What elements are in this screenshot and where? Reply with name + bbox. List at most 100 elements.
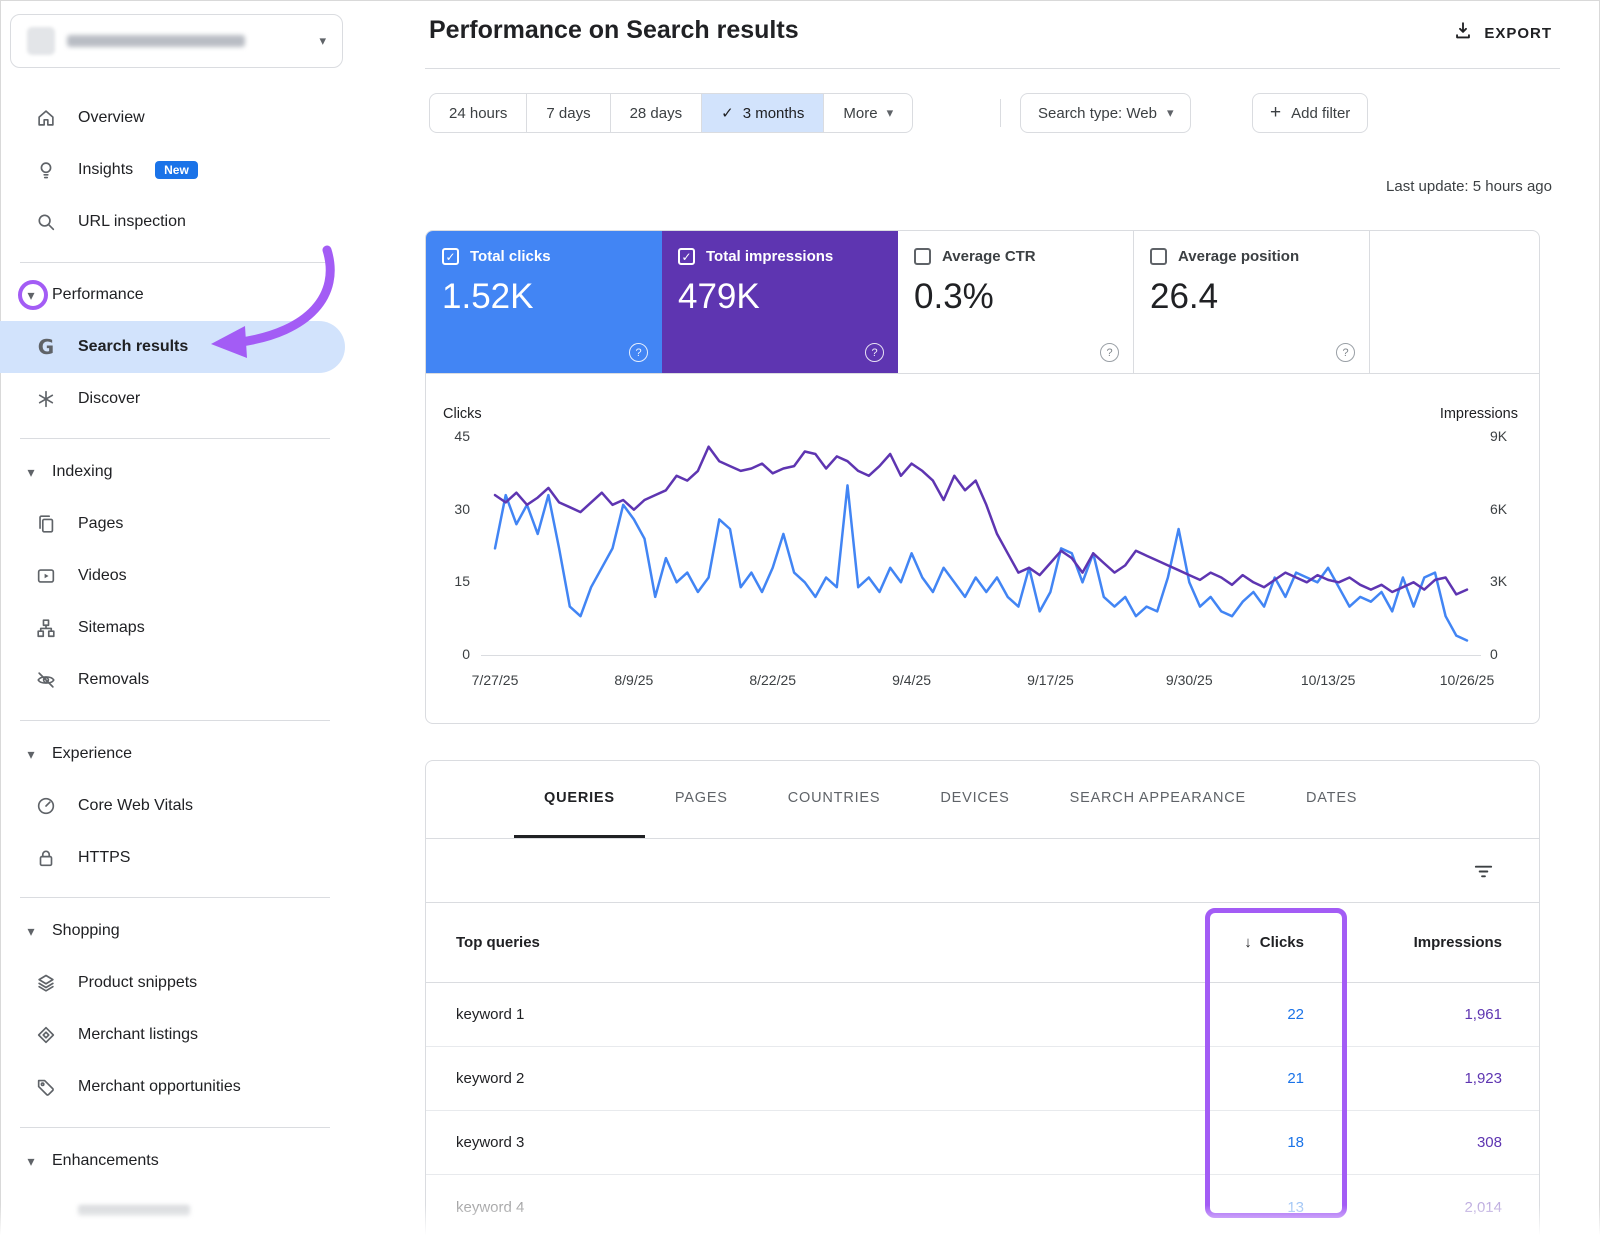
sidebar-item-label: Sitemaps <box>78 619 145 637</box>
search-type-filter[interactable]: Search type: Web ▾ <box>1020 93 1191 133</box>
column-header-clicks[interactable]: ↓ Clicks <box>1244 934 1304 951</box>
sidebar-item-merchant-opportunities[interactable]: Merchant opportunities <box>0 1061 345 1113</box>
y-axis-tick: 45 <box>428 428 470 444</box>
clicks-cell: 21 <box>1287 1070 1304 1087</box>
sidebar-item-https[interactable]: HTTPS <box>0 832 345 884</box>
range-3-months-selected[interactable]: ✓ 3 months <box>701 93 824 133</box>
impressions-cell: 1,923 <box>1464 1070 1502 1087</box>
sidebar-section-performance[interactable]: ▾ Performance <box>0 269 345 321</box>
sidebar-divider <box>20 1127 330 1128</box>
sidebar-item-videos[interactable]: Videos <box>0 550 345 602</box>
x-axis-tick-label: 9/4/25 <box>892 672 931 688</box>
tab-search-appearance[interactable]: SEARCH APPEARANCE <box>1040 761 1276 838</box>
lightbulb-icon <box>34 158 58 182</box>
chevron-down-icon: ▾ <box>22 287 40 304</box>
help-icon[interactable]: ? <box>1336 343 1355 362</box>
help-icon[interactable]: ? <box>1100 343 1119 362</box>
video-icon <box>34 564 58 588</box>
add-filter-button[interactable]: + Add filter <box>1252 93 1368 133</box>
sidebar-item-discover[interactable]: Discover <box>0 373 345 425</box>
column-header-impressions[interactable]: Impressions <box>1414 934 1502 951</box>
metric-label: Total clicks <box>470 248 551 265</box>
sidebar-item-label: Pages <box>78 515 123 533</box>
sidebar-item-label: HTTPS <box>78 849 130 867</box>
total-clicks-checkbox[interactable]: ✓ <box>442 248 459 265</box>
sidebar-divider <box>20 720 330 721</box>
average-position-checkbox[interactable] <box>1150 248 1167 265</box>
average-ctr-checkbox[interactable] <box>914 248 931 265</box>
table-row-partial[interactable]: keyword 4 13 2,014 <box>426 1175 1539 1239</box>
google-g-icon: G <box>34 335 58 359</box>
sidebar-section-label: Performance <box>52 286 144 304</box>
chevron-down-icon: ▾ <box>1167 105 1174 121</box>
right-axis-title: Impressions <box>1440 406 1518 422</box>
total-impressions-checkbox[interactable]: ✓ <box>678 248 695 265</box>
table-header-row: Top queries ↓ Clicks Impressions <box>426 903 1539 983</box>
sidebar-item-sitemaps[interactable]: Sitemaps <box>0 602 345 654</box>
sidebar-item-search-results[interactable]: G Search results <box>0 321 345 373</box>
y-axis-tick: 0 <box>428 646 470 662</box>
export-button[interactable]: EXPORT <box>1452 20 1552 46</box>
total-impressions-tile[interactable]: ✓ Total impressions 479K ? <box>662 231 898 373</box>
sidebar-item-insights[interactable]: Insights New <box>0 144 345 196</box>
total-clicks-tile[interactable]: ✓ Total clicks 1.52K ? <box>426 231 662 373</box>
sidebar-item-product-snippets[interactable]: Product snippets <box>0 957 345 1009</box>
table-row[interactable]: keyword 1 22 1,961 <box>426 983 1539 1047</box>
sidebar-item-core-web-vitals[interactable]: Core Web Vitals <box>0 780 345 832</box>
average-ctr-tile[interactable]: Average CTR 0.3% ? <box>898 231 1134 373</box>
average-position-tile[interactable]: Average position 26.4 ? <box>1134 231 1370 373</box>
sidebar-section-experience[interactable]: ▾ Experience <box>0 728 345 780</box>
sidebar-item-label: Discover <box>78 390 140 408</box>
sidebar-item-label: Overview <box>78 109 145 127</box>
impressions-cell: 2,014 <box>1464 1199 1502 1216</box>
sort-down-icon: ↓ <box>1244 934 1252 951</box>
sidebar-item-overview[interactable]: Overview <box>0 92 345 144</box>
layers-icon <box>34 971 58 995</box>
range-7-days[interactable]: 7 days <box>526 93 610 133</box>
tab-pages[interactable]: PAGES <box>645 761 758 838</box>
sidebar-item-removals[interactable]: Removals <box>0 654 345 706</box>
check-icon: ✓ <box>721 104 734 122</box>
metric-label: Average CTR <box>942 248 1036 265</box>
property-selector[interactable]: ▾ <box>10 14 343 68</box>
column-header-queries[interactable]: Top queries <box>426 934 540 951</box>
range-28-days[interactable]: 28 days <box>610 93 703 133</box>
sidebar-item-label: Core Web Vitals <box>78 797 193 815</box>
sidebar-section-shopping[interactable]: ▾ Shopping <box>0 905 345 957</box>
sidebar-section-enhancements[interactable]: ▾ Enhancements <box>0 1135 345 1187</box>
y-axis-tick-right: 0 <box>1490 646 1532 662</box>
sidebar-section-label: Indexing <box>52 463 113 481</box>
metric-label: Total impressions <box>706 248 833 265</box>
table-row[interactable]: keyword 2 21 1,923 <box>426 1047 1539 1111</box>
sidebar-item-label: Merchant listings <box>78 1026 198 1044</box>
table-toolbar <box>426 839 1539 903</box>
sidebar-item-url-inspection[interactable]: URL inspection <box>0 196 345 248</box>
sidebar-item-label: Videos <box>78 567 127 585</box>
new-badge: New <box>155 161 198 179</box>
sidebar-item-merchant-listings[interactable]: Merchant listings <box>0 1009 345 1061</box>
tab-dates[interactable]: DATES <box>1276 761 1387 838</box>
sidebar-section-indexing[interactable]: ▾ Indexing <box>0 446 345 498</box>
chevron-down-icon: ▾ <box>887 105 894 121</box>
home-icon <box>34 106 58 130</box>
filter-icon[interactable] <box>1472 860 1495 888</box>
range-more-dropdown[interactable]: More ▾ <box>823 93 913 133</box>
impressions-cell: 1,961 <box>1464 1006 1502 1023</box>
table-row[interactable]: keyword 3 18 308 <box>426 1111 1539 1175</box>
y-axis-tick: 15 <box>428 573 470 589</box>
x-axis-tick-label: 7/27/25 <box>472 672 519 688</box>
tab-queries[interactable]: QUERIES <box>514 761 645 838</box>
sidebar-divider <box>20 897 330 898</box>
sidebar-item-pages[interactable]: Pages <box>0 498 345 550</box>
help-icon[interactable]: ? <box>865 343 884 362</box>
y-axis-tick-right: 3K <box>1490 573 1532 589</box>
diamond-icon <box>34 1023 58 1047</box>
tab-devices[interactable]: DEVICES <box>910 761 1039 838</box>
range-24-hours[interactable]: 24 hours <box>429 93 527 133</box>
help-icon[interactable]: ? <box>629 343 648 362</box>
page-title: Performance on Search results <box>429 16 799 45</box>
tag-icon <box>34 1075 58 1099</box>
tab-countries[interactable]: COUNTRIES <box>758 761 911 838</box>
date-range-group: 24 hours 7 days 28 days ✓ 3 months More … <box>429 93 913 133</box>
y-axis-tick-right: 9K <box>1490 428 1532 444</box>
